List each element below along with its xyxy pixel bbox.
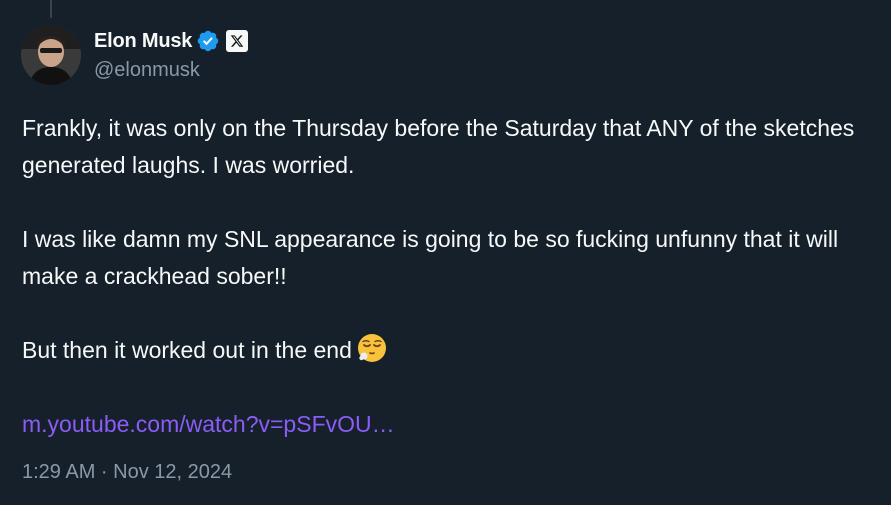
- tweet-paragraph: Frankly, it was only on the Thursday bef…: [22, 115, 855, 178]
- author-name-row: Elon Musk: [94, 28, 249, 54]
- x-logo-icon[interactable]: [226, 30, 249, 52]
- author-block: Elon Musk @elonmusk: [94, 28, 249, 82]
- relieved-face-icon: [356, 332, 388, 364]
- verified-badge-icon[interactable]: [196, 29, 220, 53]
- avatar[interactable]: [21, 25, 81, 85]
- profile-photo: [21, 25, 81, 85]
- tweet-link[interactable]: m.youtube.com/watch?v=pSFvOU…: [22, 406, 395, 443]
- author-display-name[interactable]: Elon Musk: [94, 30, 192, 53]
- tweet-body: Frankly, it was only on the Thursday bef…: [22, 110, 872, 443]
- tweet-paragraph: I was like damn my SNL appearance is goi…: [22, 226, 839, 289]
- tweet-link-paragraph: m.youtube.com/watch?v=pSFvOU…: [22, 406, 872, 443]
- tweet-card: Elon Musk @elonmusk Frankly, it was only…: [0, 0, 891, 505]
- tweet-paragraph-with-emoji: But then it worked out in the end: [22, 332, 872, 369]
- tweet-paragraph-text: But then it worked out in the end: [22, 337, 352, 363]
- author-handle[interactable]: @elonmusk: [94, 59, 248, 82]
- tweet-timestamp[interactable]: 1:29 AM · Nov 12, 2024: [22, 458, 232, 486]
- thread-connector-line: [50, 0, 52, 18]
